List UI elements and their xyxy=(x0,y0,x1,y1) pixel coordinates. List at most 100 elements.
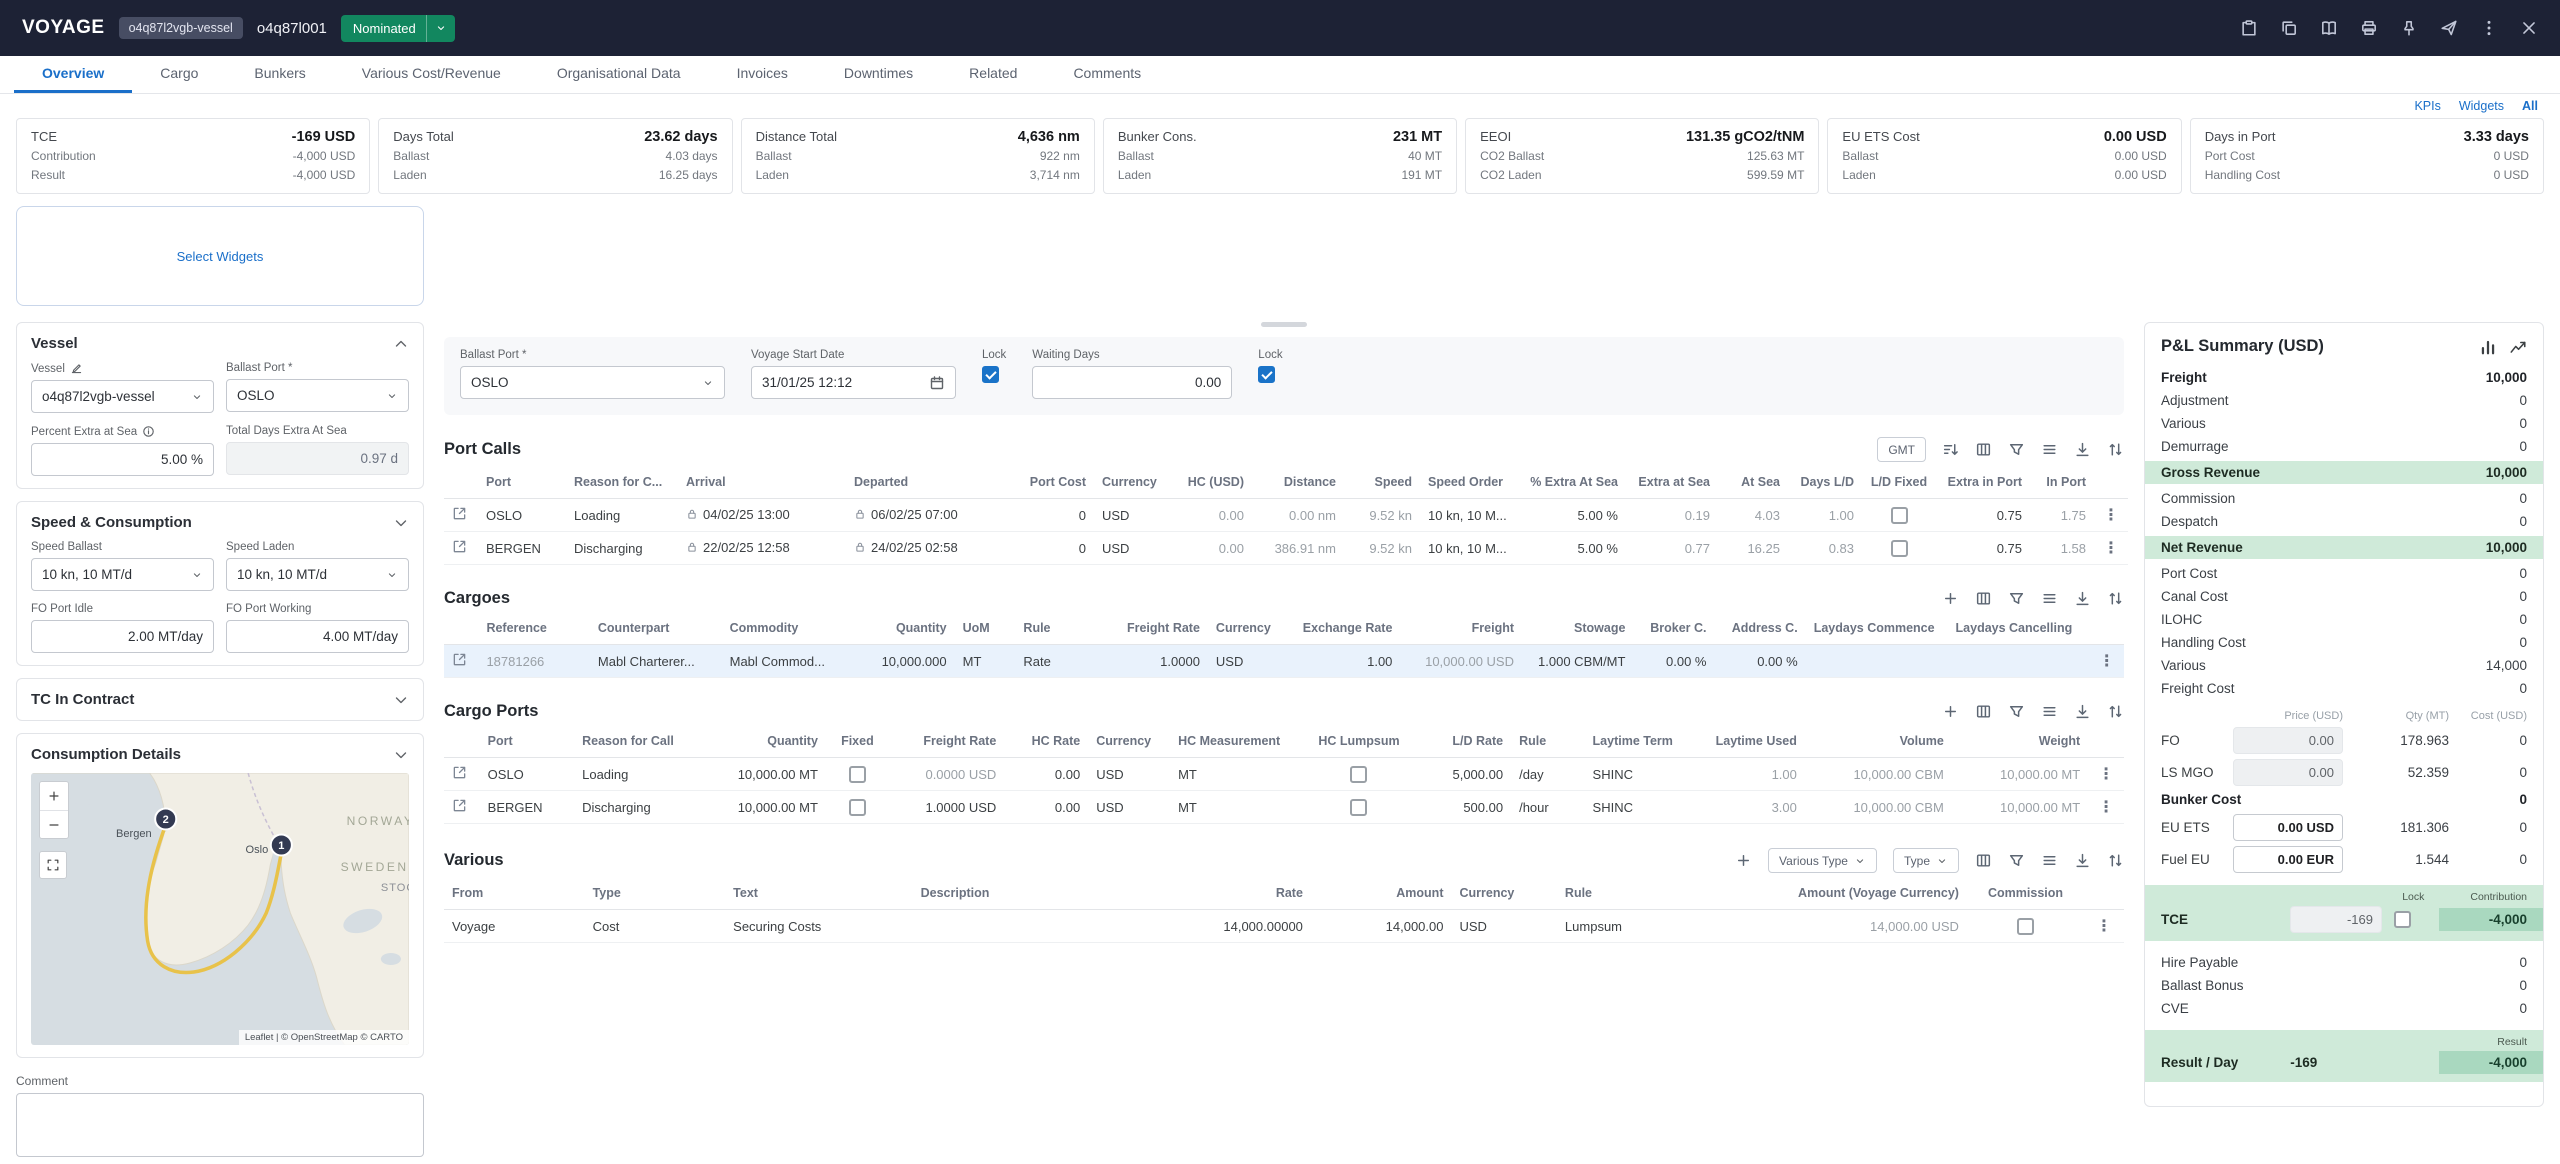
vessel-select[interactable]: o4q87l2vgb-vessel xyxy=(31,380,214,413)
map-zoom-in-button[interactable] xyxy=(40,782,68,810)
grid-column-header[interactable]: Speed Order xyxy=(1420,466,1522,499)
speed-ballast-select[interactable]: 10 kn, 10 MT/d xyxy=(31,558,214,591)
grid-column-header[interactable]: Currency xyxy=(1451,877,1556,910)
grid-cell[interactable]: 0.0000 USD xyxy=(889,758,1004,791)
grid-column-header[interactable]: Fixed xyxy=(826,725,889,758)
grid-cell[interactable] xyxy=(1806,645,1948,678)
grid-column-header[interactable]: Description xyxy=(913,877,1136,910)
grid-cell[interactable]: 1.00 xyxy=(1788,499,1862,532)
grid-cell[interactable] xyxy=(444,758,480,791)
grid-cell[interactable]: 10,000.00 CBM xyxy=(1805,791,1952,824)
row-menu-icon[interactable]: ⋮ xyxy=(2096,918,2112,935)
eu-ets-price-input[interactable] xyxy=(2233,814,2343,841)
grid-column-header[interactable]: Exchange Rate xyxy=(1289,612,1400,645)
chart-bar-icon[interactable] xyxy=(2479,338,2497,356)
info-icon[interactable] xyxy=(142,425,155,438)
updown-icon[interactable] xyxy=(2107,441,2124,458)
map-marker-1[interactable]: 1 xyxy=(271,835,292,856)
columns-icon[interactable] xyxy=(1975,590,1992,607)
grid-cell[interactable]: Securing Costs xyxy=(725,910,912,943)
various-type-filter[interactable]: Various Type xyxy=(1768,848,1877,873)
grid-cell[interactable]: 0.75 xyxy=(1936,499,2030,532)
grid-cell[interactable]: 0 xyxy=(1014,532,1094,565)
grid-column-header[interactable]: Reason for Call xyxy=(574,725,700,758)
filter-icon[interactable] xyxy=(2008,441,2025,458)
grid-cell[interactable] xyxy=(444,532,478,565)
grid-cell[interactable] xyxy=(913,910,1136,943)
grid-column-header[interactable]: From xyxy=(444,877,585,910)
grid-cell[interactable] xyxy=(1306,758,1411,791)
grid-cell[interactable]: Cost xyxy=(585,910,726,943)
grid-cell[interactable]: 04/02/25 13:00 xyxy=(678,499,846,532)
grid-cell[interactable]: MT xyxy=(955,645,1016,678)
grid-column-header[interactable]: Reference xyxy=(478,612,589,645)
grid-cell[interactable]: 0.00 nm xyxy=(1252,499,1344,532)
fo-price-input[interactable] xyxy=(2233,727,2343,754)
grid-cell[interactable] xyxy=(1948,645,2090,678)
grid-cell[interactable]: /day xyxy=(1511,758,1584,791)
ls-mgo-price-input[interactable] xyxy=(2233,759,2343,786)
grid-cell[interactable]: 1.000 CBM/MT xyxy=(1522,645,1633,678)
row-checkbox[interactable] xyxy=(1891,540,1908,557)
grid-cell[interactable]: SHINC xyxy=(1585,791,1700,824)
grid-column-header[interactable]: Port xyxy=(480,725,574,758)
gmt-button[interactable]: GMT xyxy=(1877,437,1926,462)
grid-column-header[interactable]: At Sea xyxy=(1718,466,1788,499)
grid-column-header[interactable]: In Port xyxy=(2030,466,2094,499)
grid-column-header[interactable]: Rate xyxy=(1135,877,1311,910)
grid-cell[interactable] xyxy=(826,758,889,791)
grid-cell[interactable]: 1.58 xyxy=(2030,532,2094,565)
download-icon[interactable] xyxy=(2074,703,2091,720)
plus-icon[interactable] xyxy=(1942,703,1959,720)
grid-column-header[interactable]: Commodity xyxy=(722,612,854,645)
grid-cell[interactable]: 1.75 xyxy=(2030,499,2094,532)
grid-column-header[interactable]: Broker C. xyxy=(1633,612,1714,645)
grid-column-header[interactable]: Laydays Commence xyxy=(1806,612,1948,645)
row-checkbox[interactable] xyxy=(1350,799,1367,816)
grid-cell[interactable]: 10,000.00 MT xyxy=(1952,791,2088,824)
updown-icon[interactable] xyxy=(2107,703,2124,720)
menu-icon[interactable] xyxy=(2041,852,2058,869)
grid-column-header[interactable]: Rule xyxy=(1015,612,1106,645)
widgets-link[interactable]: Widgets xyxy=(2459,99,2504,113)
row-checkbox[interactable] xyxy=(1891,507,1908,524)
grid-column-header[interactable]: Quantity xyxy=(700,725,826,758)
grid-cell[interactable]: 1.0000 USD xyxy=(889,791,1004,824)
grid-column-header[interactable]: Extra in Port xyxy=(1936,466,2030,499)
grid-column-header[interactable]: Type xyxy=(585,877,726,910)
grid-cell[interactable]: 10,000.00 CBM xyxy=(1805,758,1952,791)
row-menu-icon[interactable]: ⋮ xyxy=(2098,766,2114,783)
edit-vessel-icon[interactable] xyxy=(70,362,83,375)
columns-icon[interactable] xyxy=(1975,441,1992,458)
map-attribution[interactable]: Leaflet | © OpenStreetMap © CARTO xyxy=(239,1030,409,1045)
fo-port-working-input[interactable]: 4.00 MT/day xyxy=(226,620,409,653)
sort-icon[interactable] xyxy=(1942,441,1959,458)
grid-column-header[interactable]: Freight Rate xyxy=(1107,612,1208,645)
grid-cell[interactable]: BERGEN xyxy=(480,791,574,824)
grid-cell[interactable]: Discharging xyxy=(566,532,678,565)
open-record-icon[interactable] xyxy=(452,506,467,521)
ballast-port-sidebar-select[interactable]: OSLO xyxy=(226,379,409,412)
menu-icon[interactable] xyxy=(2041,590,2058,607)
filter-icon[interactable] xyxy=(2008,590,2025,607)
download-icon[interactable] xyxy=(2074,852,2091,869)
grid-cell[interactable]: 5.00 % xyxy=(1522,532,1626,565)
grid-cell[interactable]: ⋮ xyxy=(2089,645,2124,678)
caret-down-icon[interactable] xyxy=(435,22,447,34)
chevron-down-icon[interactable] xyxy=(393,747,409,763)
grid-column-header[interactable]: Departed xyxy=(846,466,1014,499)
speed-laden-select[interactable]: 10 kn, 10 MT/d xyxy=(226,558,409,591)
all-link[interactable]: All xyxy=(2522,99,2538,113)
grid-cell[interactable]: Mabl Commod... xyxy=(722,645,854,678)
row-checkbox[interactable] xyxy=(1350,766,1367,783)
grid-column-header[interactable]: Currency xyxy=(1094,466,1172,499)
comment-input[interactable] xyxy=(16,1093,424,1157)
columns-icon[interactable] xyxy=(1975,703,1992,720)
map-marker-2[interactable]: 2 xyxy=(155,809,176,830)
grid-cell[interactable]: 14,000.00 USD xyxy=(1721,910,1967,943)
grid-cell[interactable]: USD xyxy=(1208,645,1289,678)
grid-cell[interactable]: 4.03 xyxy=(1718,499,1788,532)
grid-column-header[interactable]: % Extra At Sea xyxy=(1522,466,1626,499)
updown-icon[interactable] xyxy=(2107,852,2124,869)
menu-icon[interactable] xyxy=(2041,703,2058,720)
